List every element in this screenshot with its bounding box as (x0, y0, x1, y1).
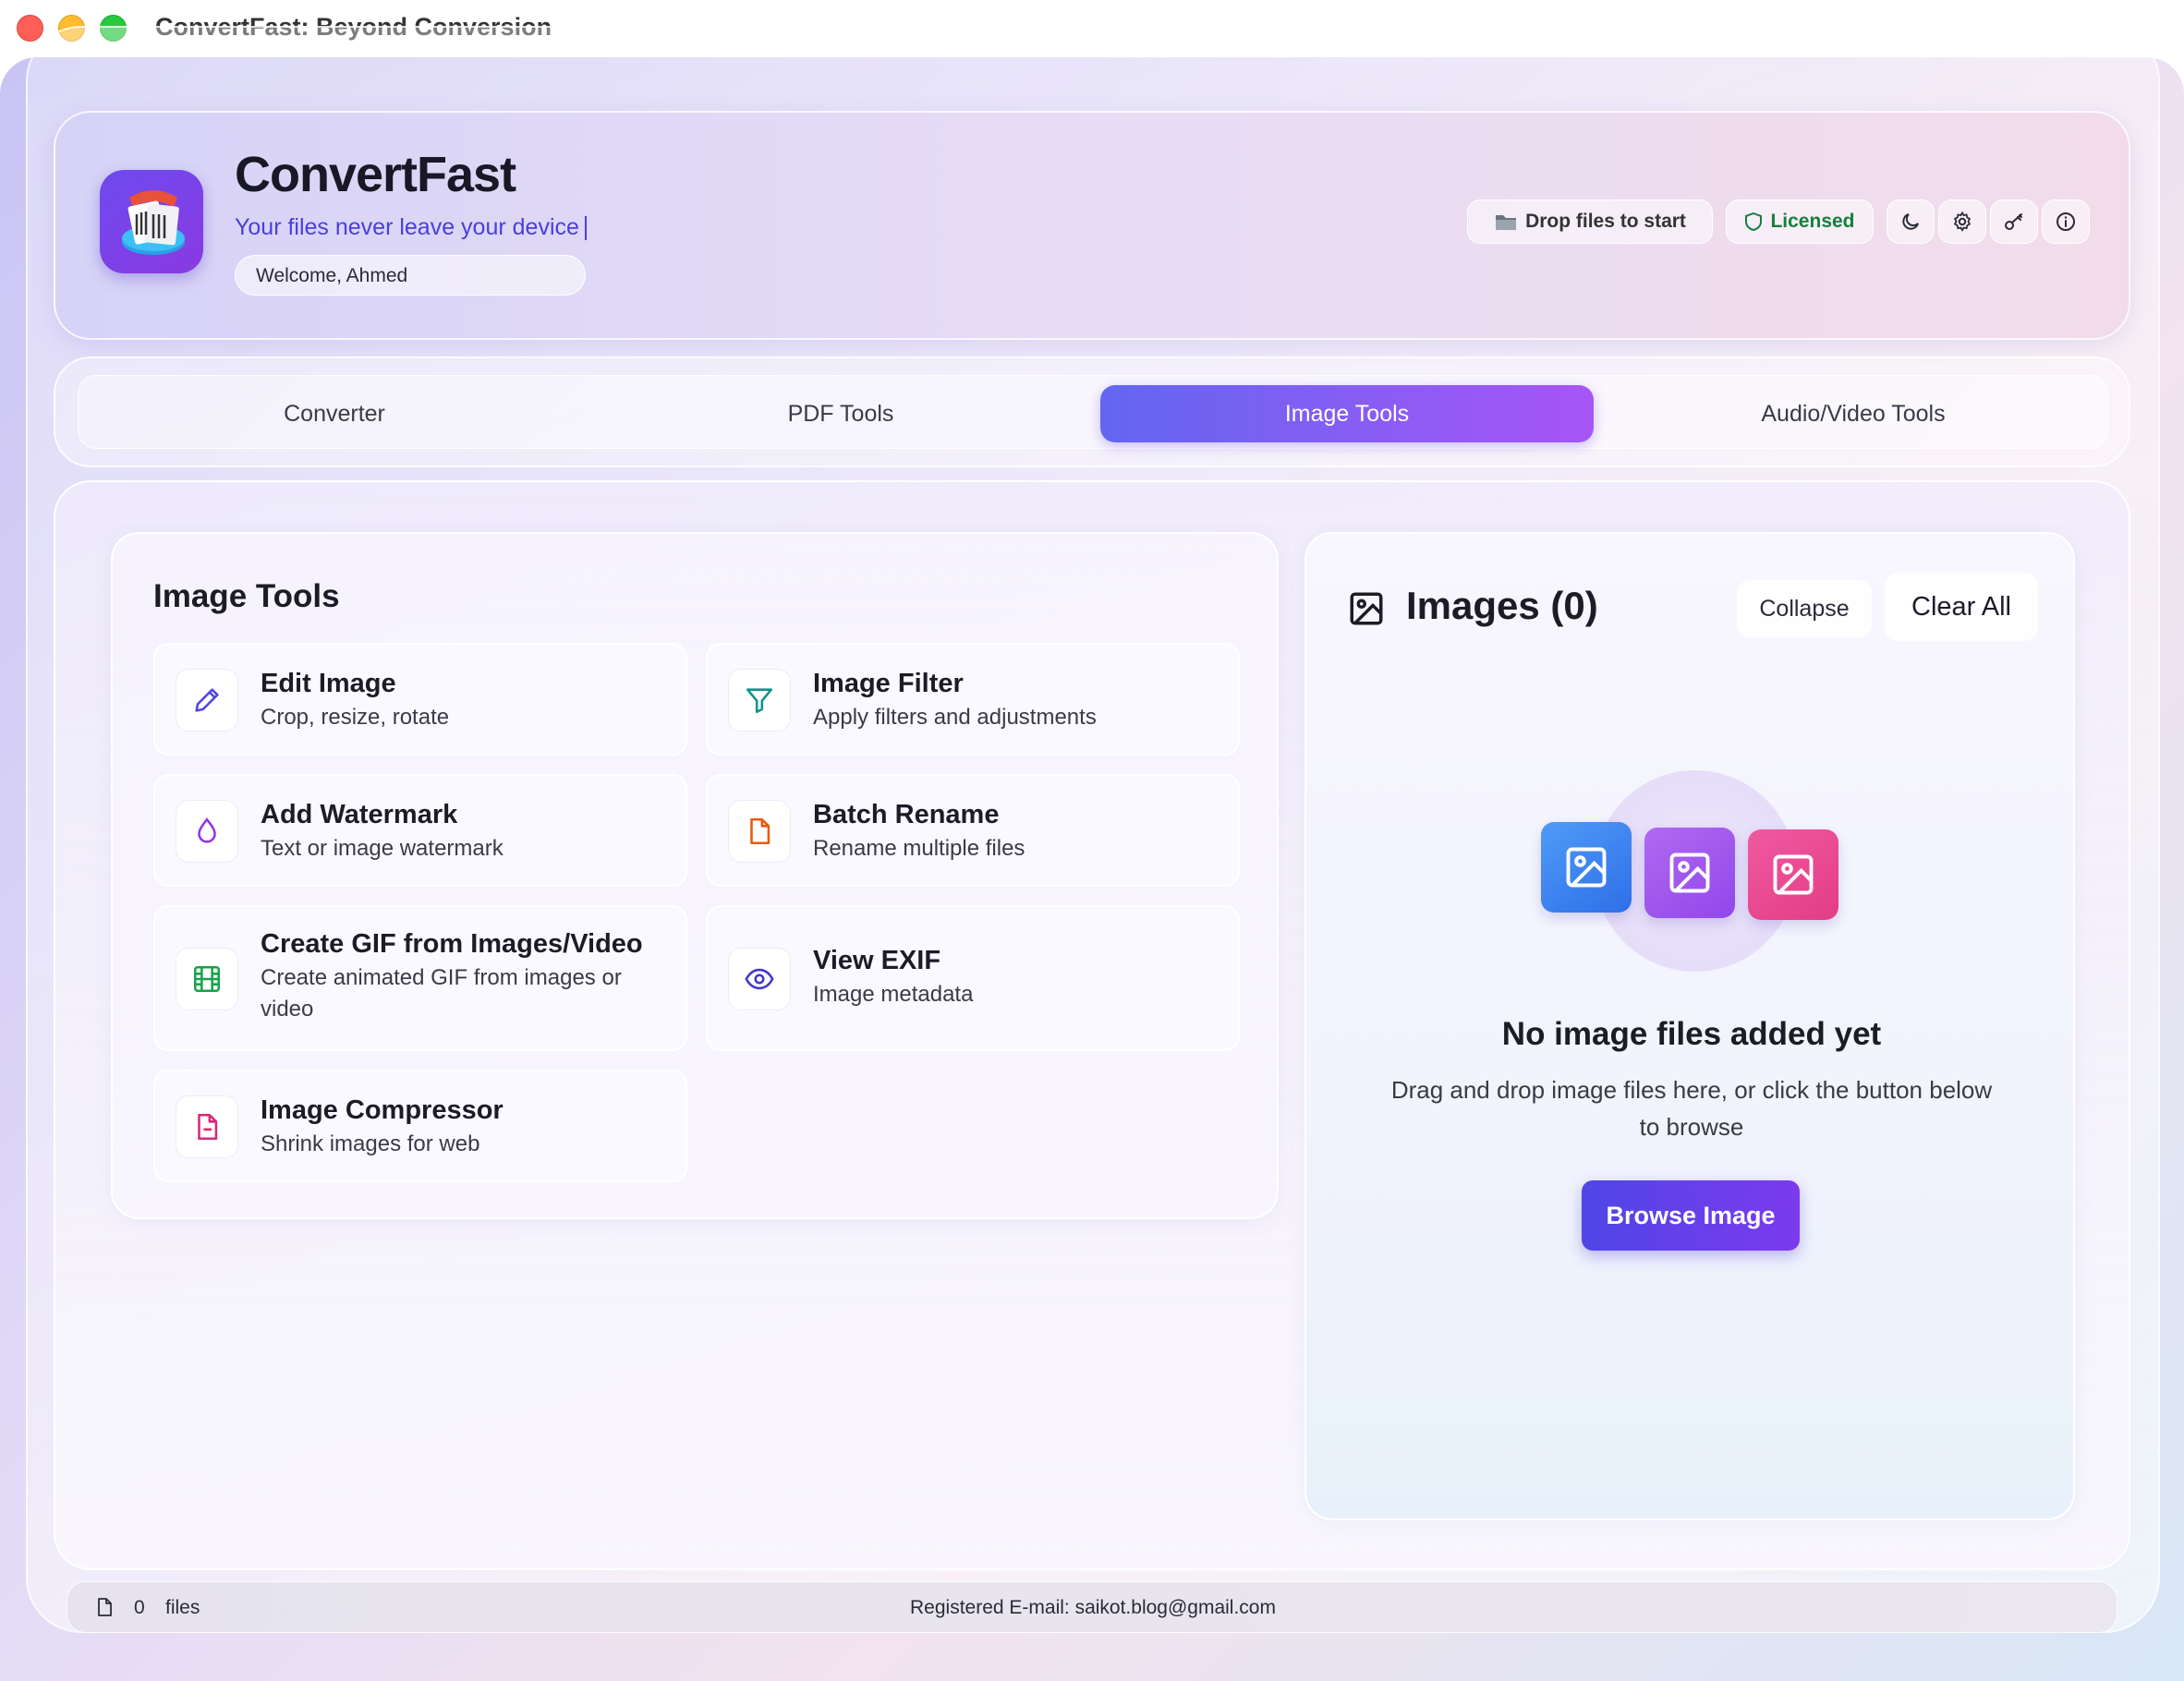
clear-all-button[interactable]: Clear All (1885, 573, 2038, 641)
tool-card-image-compressor[interactable]: Image Compressor Shrink images for web (153, 1070, 687, 1182)
app-logo-icon (100, 170, 203, 273)
images-panel-title: Images (0) (1406, 584, 1598, 627)
tool-card-image-filter[interactable]: Image Filter Apply filters and adjustmen… (706, 643, 1240, 756)
file-minus-icon (176, 1095, 238, 1158)
tool-desc: Create animated GIF from images or video (261, 965, 622, 1022)
tool-title: Edit Image (261, 669, 396, 698)
eye-icon (728, 948, 791, 1010)
filter-icon (728, 669, 791, 732)
tool-desc: Image metadata (813, 982, 974, 1007)
tool-title: Add Watermark (261, 800, 458, 829)
dark-mode-button[interactable] (1887, 200, 1935, 244)
folder-icon (1496, 215, 1517, 230)
drop-files-label: Drop files to start (1525, 211, 1686, 232)
image-icon (1347, 589, 1386, 633)
tab-image-tools[interactable]: Image Tools (1100, 385, 1594, 442)
tool-title: Batch Rename (813, 800, 1000, 829)
tool-title: Create GIF from Images/Video (261, 929, 643, 959)
tool-desc: Apply filters and adjustments (813, 705, 1097, 730)
tool-card-edit-image[interactable]: Edit Image Crop, resize, rotate (153, 643, 687, 756)
image-icon (1748, 829, 1838, 920)
image-icon (1644, 828, 1735, 918)
moon-icon (1902, 213, 1919, 230)
gear-icon (1953, 211, 1972, 232)
tool-title: View EXIF (813, 946, 941, 975)
welcome-badge: Welcome, Ahmed (235, 255, 586, 296)
tabs-track: Converter PDF Tools Image Tools Audio/Vi… (78, 375, 2108, 449)
main-content: Image Tools Edit Image Crop, resize, rot… (54, 480, 2130, 1570)
panel-title: Image Tools (153, 578, 340, 614)
main-tabs: Converter PDF Tools Image Tools Audio/Vi… (54, 357, 2130, 467)
film-icon (176, 948, 238, 1010)
image-tools-panel: Image Tools Edit Image Crop, resize, rot… (111, 532, 1279, 1219)
tool-desc: Text or image watermark (261, 836, 504, 861)
images-panel[interactable]: Images (0) Collapse Clear All No image f… (1304, 532, 2075, 1520)
tab-pdf-tools[interactable]: PDF Tools (594, 385, 1087, 442)
key-icon (2005, 213, 2022, 230)
text-caret (584, 216, 587, 241)
pencil-icon (176, 669, 238, 732)
app-header: ConvertFast Your files never leave your … (54, 111, 2130, 340)
droplet-icon (176, 800, 238, 863)
tool-card-add-watermark[interactable]: Add Watermark Text or image watermark (153, 774, 687, 887)
settings-button[interactable] (1938, 200, 1986, 244)
tool-title: Image Compressor (261, 1095, 504, 1125)
tab-converter[interactable]: Converter (88, 385, 581, 442)
empty-state-title: No image files added yet (1501, 1016, 1882, 1052)
status-bar: 0 files Registered E-mail: saikot.blog@g… (67, 1581, 2117, 1633)
file-icon (728, 800, 791, 863)
tool-desc: Crop, resize, rotate (261, 705, 450, 730)
tool-card-create-gif[interactable]: Create GIF from Images/Video Create anim… (153, 905, 687, 1051)
app-name: ConvertFast (235, 147, 516, 202)
collapse-button[interactable]: Collapse (1737, 580, 1872, 637)
tool-card-view-exif[interactable]: View EXIF Image metadata (706, 905, 1240, 1051)
tool-title: Image Filter (813, 669, 964, 698)
info-icon (2057, 212, 2075, 231)
about-button[interactable] (2042, 200, 2090, 244)
tool-desc: Rename multiple files (813, 836, 1025, 861)
licensed-badge[interactable]: Licensed (1726, 200, 1874, 244)
licensed-label: Licensed (1770, 211, 1855, 232)
image-icon (1541, 822, 1632, 913)
empty-state-description: Drag and drop image files here, or click… (1390, 1076, 1993, 1141)
browse-image-button[interactable]: Browse Image (1582, 1180, 1800, 1251)
drop-files-button[interactable]: Drop files to start (1467, 200, 1713, 244)
tagline-text: Your files never leave your device (235, 214, 579, 240)
shield-icon (1745, 212, 1763, 232)
tool-card-batch-rename[interactable]: Batch Rename Rename multiple files (706, 774, 1240, 887)
tab-audio-video-tools[interactable]: Audio/Video Tools (1607, 385, 2100, 442)
close-window-button[interactable] (17, 15, 43, 42)
registered-email: Registered E-mail: saikot.blog@gmail.com (910, 1597, 1276, 1618)
tool-desc: Shrink images for web (261, 1131, 480, 1156)
license-key-button[interactable] (1990, 200, 2038, 244)
tagline: Your files never leave your device (235, 214, 587, 241)
